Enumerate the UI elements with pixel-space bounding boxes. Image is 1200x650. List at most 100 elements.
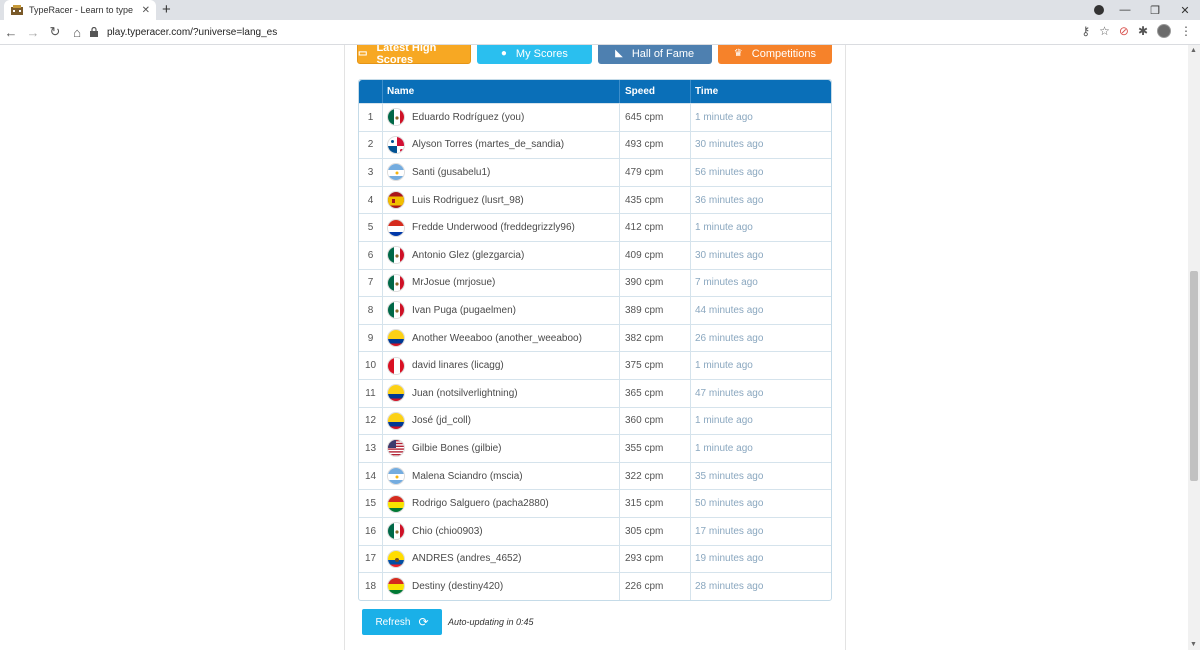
- tab-latest-high-scores[interactable]: ▭ Latest High Scores: [357, 45, 472, 66]
- row-name-cell: ANDRES (andres_4652): [382, 545, 619, 573]
- refresh-button[interactable]: Refresh ⟳: [362, 609, 442, 635]
- country-flag-icon: [387, 522, 405, 541]
- table-row: 5 Fredde Underwood (freddegrizzly96) 412 c…: [359, 213, 831, 241]
- player-name[interactable]: Juan (notsilverlightning): [412, 388, 518, 399]
- country-flag-icon: [387, 301, 405, 320]
- tab-competitions[interactable]: ♛ Competitions: [717, 45, 833, 64]
- row-rank: 2: [367, 139, 374, 151]
- address-bar[interactable]: play.typeracer.com/?universe=lang_es: [90, 22, 1090, 42]
- country-flag-icon: [387, 191, 405, 210]
- player-name[interactable]: Santi (gusabelu1): [412, 167, 490, 178]
- country-flag-icon: [387, 384, 405, 403]
- player-name[interactable]: david linares (licagg): [412, 360, 504, 371]
- row-rank: 10: [364, 360, 377, 372]
- player-name[interactable]: Antonio Glez (glezgarcia): [412, 250, 524, 261]
- player-name[interactable]: ANDRES (andres_4652): [412, 553, 522, 564]
- row-name-cell: Ivan Puga (pugaelmen): [382, 297, 619, 324]
- refresh-icon: ⟳: [418, 615, 429, 629]
- row-rank: 5: [367, 222, 374, 234]
- back-icon[interactable]: ←: [0, 25, 22, 40]
- tab-hall-of-fame[interactable]: ◣ Hall of Fame: [597, 45, 712, 64]
- row-name-cell: Destiny (destiny420): [382, 573, 619, 600]
- profile-indicator-icon[interactable]: [1094, 5, 1104, 15]
- reload-icon[interactable]: ↻: [44, 24, 66, 40]
- trophy-icon: ♛: [733, 48, 743, 59]
- player-name[interactable]: Destiny (destiny420): [412, 581, 503, 592]
- row-rank: 8: [367, 304, 374, 316]
- row-time: 7 minutes ago: [690, 269, 831, 297]
- menu-dots-icon[interactable]: ⋮: [1180, 24, 1192, 38]
- tab-my-scores[interactable]: ● My Scores: [477, 45, 592, 64]
- row-rank: 14: [364, 470, 377, 482]
- player-name[interactable]: Fredde Underwood (freddegrizzly96): [412, 222, 575, 233]
- country-flag-icon: [387, 273, 405, 292]
- typeracer-favicon-icon: [10, 4, 24, 16]
- extensions-puzzle-icon[interactable]: ✱: [1138, 24, 1148, 38]
- row-name-cell: david linares (licagg): [382, 352, 619, 379]
- row-time: 26 minutes ago: [690, 324, 831, 352]
- page-content: ▭ Latest High Scores ● My Scores ◣ Hall …: [0, 45, 1188, 650]
- refresh-label: Refresh: [375, 616, 411, 628]
- row-speed: 412 cpm: [619, 214, 690, 241]
- row-name-cell: Rodrigo Salguero (pacha2880): [382, 490, 619, 517]
- player-name[interactable]: Chio (chio0903): [412, 526, 483, 537]
- scroll-thumb[interactable]: [1190, 271, 1198, 481]
- row-speed: 355 cpm: [619, 435, 690, 462]
- player-name[interactable]: Eduardo Rodríguez (you): [412, 112, 524, 123]
- country-flag-icon: [387, 218, 405, 237]
- page-scrollbar[interactable]: ▲ ▼: [1188, 45, 1200, 650]
- extension-icon[interactable]: ⊘: [1119, 24, 1129, 38]
- tab-close-icon[interactable]: ✕: [142, 5, 150, 16]
- scroll-down-icon[interactable]: ▼: [1190, 641, 1197, 648]
- forward-icon[interactable]: →: [22, 25, 44, 40]
- player-name[interactable]: Another Weeaboo (another_weeaboo): [412, 333, 582, 344]
- window-close-icon[interactable]: ✕: [1170, 4, 1200, 17]
- row-speed: 389 cpm: [619, 297, 690, 324]
- browser-tab-title: TypeRacer - Learn to type in Spa: [29, 5, 136, 15]
- row-time: 19 minutes ago: [690, 545, 831, 573]
- high-scores-table: Name Speed Time 1 Eduardo Rodríguez (you)…: [358, 79, 832, 601]
- player-name[interactable]: Ivan Puga (pugaelmen): [412, 305, 516, 316]
- table-body: 1 Eduardo Rodríguez (you) 645 cpm 1 minute …: [359, 103, 831, 600]
- country-flag-icon: [387, 163, 405, 182]
- row-speed: 409 cpm: [619, 241, 690, 269]
- row-rank: 12: [364, 415, 377, 427]
- lock-icon: [90, 27, 100, 37]
- row-rank: 9: [367, 332, 374, 344]
- table-row: 10 david linares (licagg) 375 cpm 1 minute …: [359, 351, 831, 379]
- table-row: 6 Antonio Glez (glezgarcia) 409 cpm 30 minu…: [359, 240, 831, 269]
- row-time: 1 minute ago: [690, 352, 831, 379]
- row-speed: 645 cpm: [619, 104, 690, 131]
- player-name[interactable]: MrJosue (mrjosue): [412, 277, 495, 288]
- table-row: 14 Malena Sciandro (mscia) 322 cpm 35 minut…: [359, 461, 831, 490]
- row-name-cell: Malena Sciandro (mscia): [382, 462, 619, 490]
- country-flag-icon: [387, 577, 405, 596]
- row-rank: 4: [367, 194, 374, 206]
- player-name[interactable]: Gilbie Bones (gilbie): [412, 443, 502, 454]
- scroll-up-icon[interactable]: ▲: [1190, 47, 1197, 54]
- table-row: 4 Luis Rodriguez (lusrt_98) 435 cpm 36 minu…: [359, 185, 831, 214]
- header-rank: [359, 80, 382, 103]
- row-time: 35 minutes ago: [690, 462, 831, 490]
- row-rank: 1: [367, 111, 374, 123]
- thumbs-up-icon: ◣: [615, 48, 623, 59]
- player-name[interactable]: Malena Sciandro (mscia): [412, 471, 523, 482]
- minimize-icon[interactable]: —: [1110, 4, 1140, 16]
- header-speed: Speed: [619, 80, 690, 103]
- restore-icon[interactable]: ❐: [1140, 4, 1170, 17]
- browser-tab[interactable]: TypeRacer - Learn to type in Spa ✕: [4, 0, 156, 20]
- player-name[interactable]: José (jd_coll): [412, 415, 471, 426]
- row-rank: 17: [364, 553, 377, 565]
- url-text: play.typeracer.com/?universe=lang_es: [107, 26, 278, 38]
- player-name[interactable]: Alyson Torres (martes_de_sandia): [412, 139, 564, 150]
- home-icon[interactable]: ⌂: [66, 25, 88, 40]
- avatar[interactable]: [1157, 24, 1171, 38]
- new-tab-icon[interactable]: +: [162, 2, 171, 18]
- table-row: 9 Another Weeaboo (another_weeaboo) 382 cp…: [359, 323, 831, 352]
- player-name[interactable]: Rodrigo Salguero (pacha2880): [412, 498, 549, 509]
- key-icon[interactable]: ⚷: [1081, 24, 1090, 38]
- country-flag-icon: [387, 467, 405, 486]
- player-name[interactable]: Luis Rodriguez (lusrt_98): [412, 195, 524, 206]
- bookmark-star-icon[interactable]: ☆: [1099, 24, 1110, 38]
- table-row: 16 Chio (chio0903) 305 cpm 17 minutes ago: [359, 516, 831, 545]
